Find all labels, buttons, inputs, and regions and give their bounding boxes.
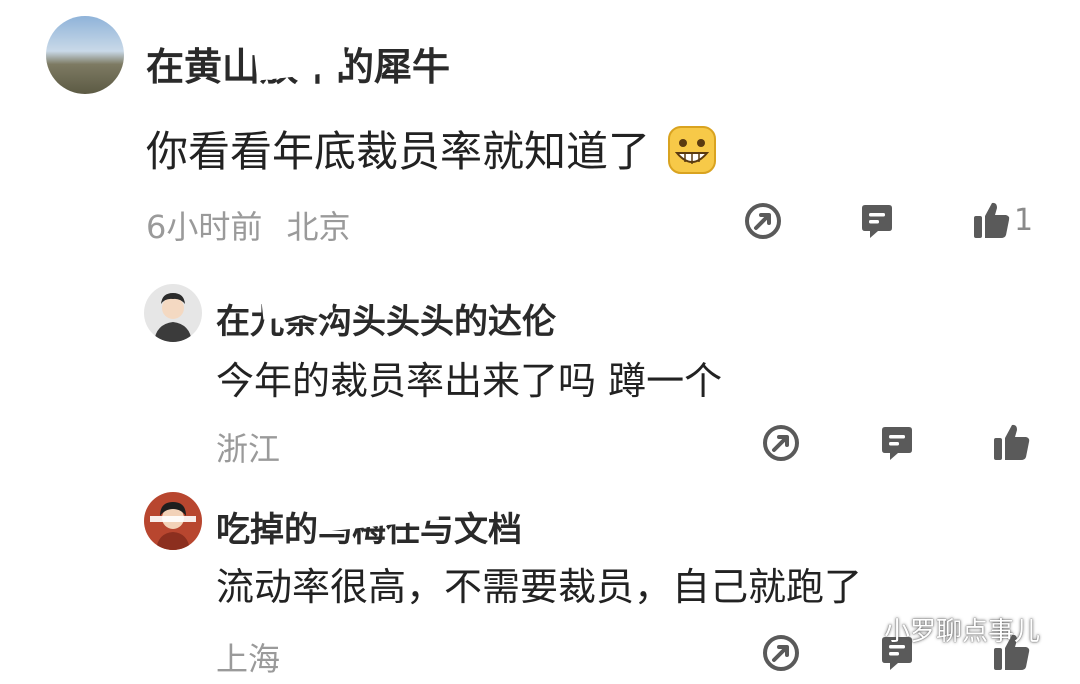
reply-icon xyxy=(862,205,892,238)
comment-time: 6小时前 xyxy=(146,208,263,246)
share-icon xyxy=(745,203,781,239)
comment-meta: 6小时前 北京 xyxy=(146,202,351,248)
comment-text: 流动率很高，不需要裁员，自己就跑了 xyxy=(216,565,863,609)
avatar-illustration-icon xyxy=(150,502,196,550)
comment-text: 你看看年底裁员率就知道了 xyxy=(146,118,717,185)
like-count: 1 xyxy=(1014,202,1034,238)
watermark-text: 小罗聊点事儿 xyxy=(883,617,1040,647)
share-icon xyxy=(763,635,799,671)
reply-button[interactable] xyxy=(858,202,896,240)
comment-text: 今年的裁员率出来了吗 蹲一个 xyxy=(216,359,723,403)
avatar[interactable] xyxy=(46,16,124,94)
comment-location: 上海 xyxy=(216,640,281,678)
watermark: 小罗聊点事儿 xyxy=(844,611,1040,648)
avatar[interactable] xyxy=(144,492,202,550)
reply-icon xyxy=(882,427,912,460)
grin-emoji-icon xyxy=(667,125,717,185)
comment-text-body: 你看看年底裁员率就知道了 xyxy=(146,127,651,176)
share-button[interactable] xyxy=(744,202,782,240)
reply-button[interactable] xyxy=(878,424,916,462)
share-button[interactable] xyxy=(762,424,800,462)
thumbs-up-icon xyxy=(974,202,1010,238)
comment-location: 北京 xyxy=(286,208,351,246)
wechat-icon xyxy=(844,616,877,643)
share-icon xyxy=(763,425,799,461)
thumbs-up-icon xyxy=(994,424,1030,460)
avatar-illustration-icon xyxy=(154,293,192,342)
comment-location: 浙江 xyxy=(216,430,281,468)
avatar[interactable] xyxy=(144,284,202,342)
share-button[interactable] xyxy=(762,634,800,672)
like-button[interactable]: 1 xyxy=(972,200,1033,240)
like-button[interactable] xyxy=(992,422,1032,462)
